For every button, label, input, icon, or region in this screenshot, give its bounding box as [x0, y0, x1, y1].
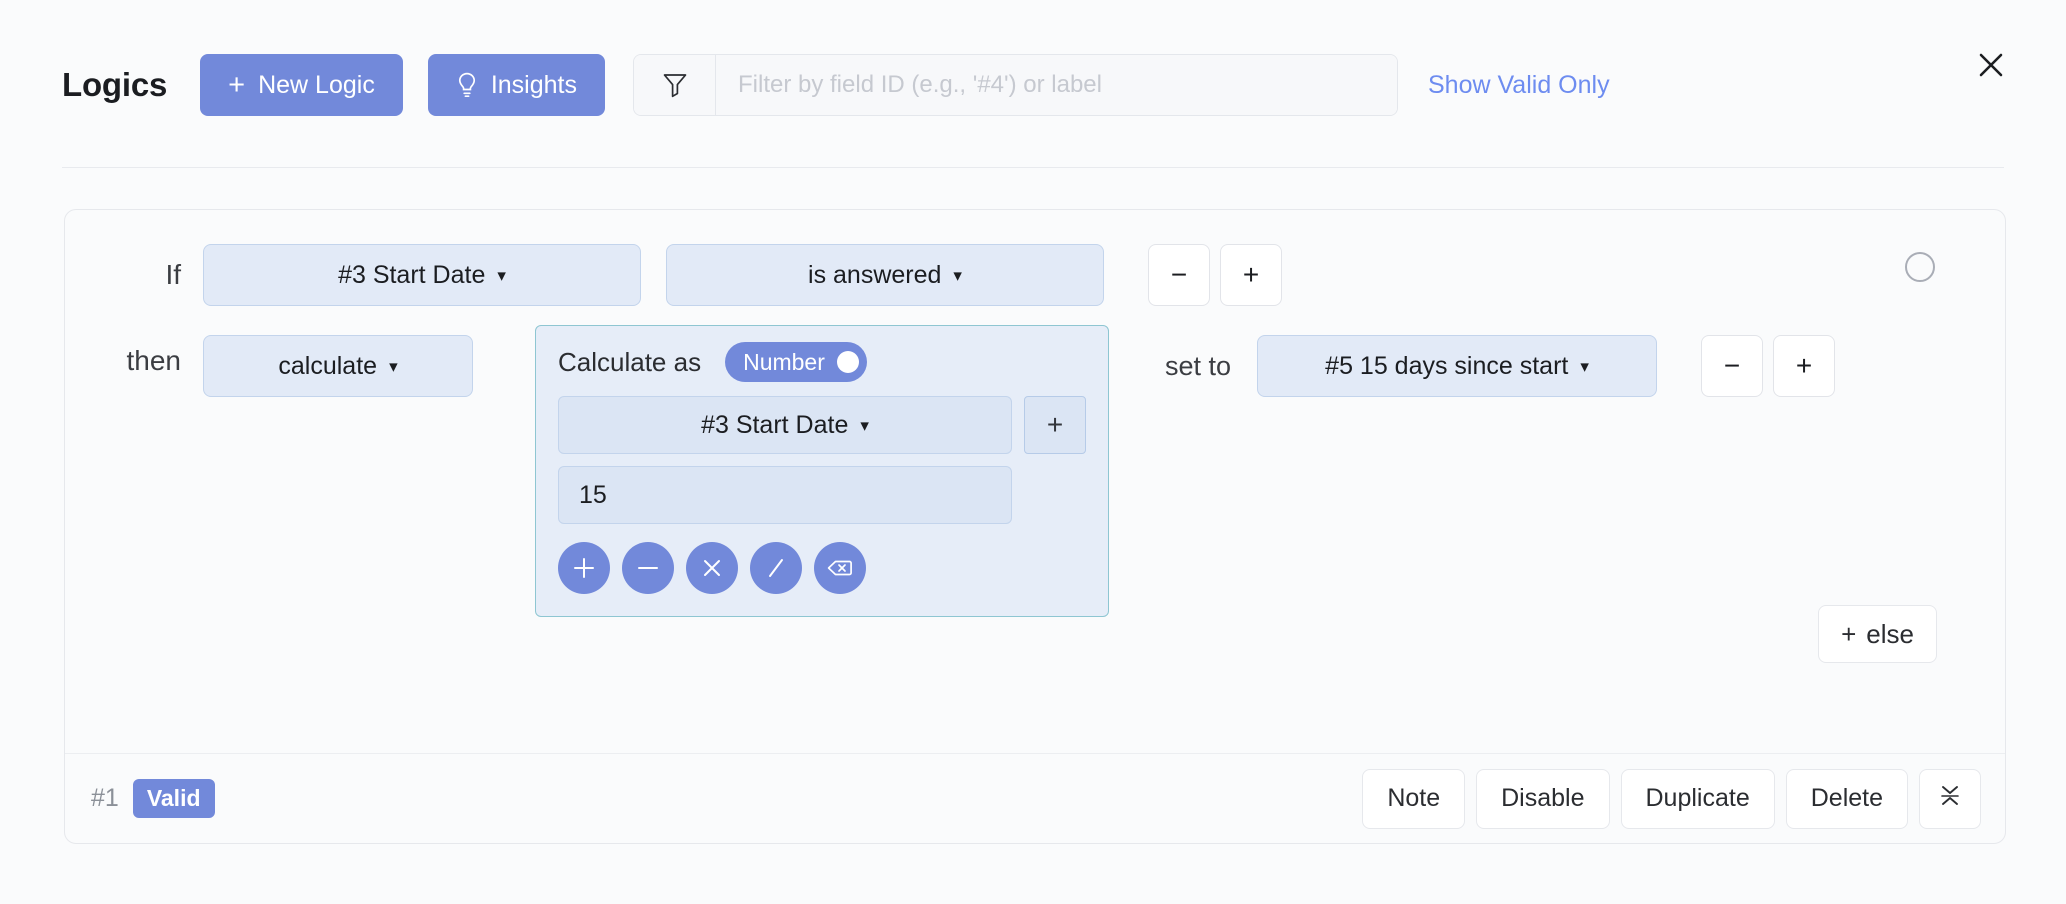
- add-condition-button[interactable]: +: [1220, 244, 1282, 306]
- radio-circle-icon[interactable]: [1905, 252, 1935, 282]
- condition-field-label: #3 Start Date: [338, 261, 485, 290]
- insights-button[interactable]: Insights: [428, 54, 605, 116]
- set-to-label: set to: [1165, 351, 1231, 382]
- output-type-toggle[interactable]: Number: [725, 342, 867, 382]
- target-field-label: #5 15 days since start: [1325, 352, 1568, 381]
- remove-condition-button[interactable]: −: [1148, 244, 1210, 306]
- chevron-down-icon: ▾: [497, 267, 506, 284]
- condition-operator-label: is answered: [808, 261, 941, 290]
- plus-icon: +: [228, 71, 245, 100]
- action-type-label: calculate: [278, 352, 377, 381]
- filter-bar: [633, 54, 1398, 116]
- add-action-button[interactable]: +: [1773, 335, 1835, 397]
- add-else-label: else: [1866, 619, 1914, 650]
- chevron-down-icon: ▾: [1580, 358, 1589, 375]
- condition-stepper: − +: [1148, 244, 1282, 306]
- close-icon[interactable]: [1974, 48, 2008, 82]
- new-logic-label: New Logic: [258, 71, 375, 100]
- plus-icon: +: [1047, 409, 1063, 441]
- status-badge: Valid: [133, 779, 215, 818]
- then-keyword: then: [65, 325, 203, 377]
- target-field-dropdown[interactable]: #5 15 days since start ▾: [1257, 335, 1657, 397]
- logic-rule-body: If #3 Start Date ▾ is answered ▾ − +: [65, 210, 2005, 755]
- operator-button-group: [558, 542, 1086, 594]
- condition-field-dropdown[interactable]: #3 Start Date ▾: [203, 244, 641, 306]
- calculate-as-label: Calculate as: [558, 347, 701, 378]
- then-row: then calculate ▾ Calculate as Number: [65, 325, 2005, 617]
- plus-operator-button[interactable]: [558, 542, 610, 594]
- operand-field-dropdown[interactable]: #3 Start Date ▾: [558, 396, 1012, 454]
- calculate-panel: Calculate as Number #3 Start Date ▾: [535, 325, 1109, 617]
- chevron-down-icon: ▾: [953, 267, 962, 284]
- lightbulb-icon: [456, 72, 478, 98]
- output-type-label: Number: [743, 349, 825, 376]
- collapse-button[interactable]: [1919, 769, 1981, 829]
- note-button[interactable]: Note: [1362, 769, 1465, 829]
- disable-button[interactable]: Disable: [1476, 769, 1609, 829]
- add-operand-button[interactable]: +: [1024, 396, 1086, 454]
- header-bar: Logics + New Logic Insights: [0, 0, 2066, 170]
- plus-icon: +: [1243, 259, 1259, 291]
- plus-icon: +: [1796, 350, 1812, 382]
- operand-number-value: 15: [579, 481, 607, 510]
- insights-label: Insights: [491, 71, 577, 100]
- new-logic-button[interactable]: + New Logic: [200, 54, 403, 116]
- minus-operator-button[interactable]: [622, 542, 674, 594]
- rule-number: #1: [91, 784, 119, 813]
- operand-row: #3 Start Date ▾ +: [558, 396, 1086, 454]
- filter-input[interactable]: [716, 55, 1397, 115]
- header-divider: [62, 167, 2004, 168]
- divide-operator-button[interactable]: [750, 542, 802, 594]
- logic-rule-footer: #1 Valid Note Disable Duplicate Delete: [65, 753, 2005, 843]
- operand-number-input[interactable]: 15: [558, 466, 1012, 524]
- condition-operator-dropdown[interactable]: is answered ▾: [666, 244, 1104, 306]
- logics-panel: Logics + New Logic Insights: [0, 0, 2066, 904]
- multiply-operator-button[interactable]: [686, 542, 738, 594]
- remove-action-button[interactable]: −: [1701, 335, 1763, 397]
- calculate-panel-header: Calculate as Number: [558, 342, 1086, 382]
- operand-row: 15: [558, 466, 1086, 524]
- minus-icon: −: [1724, 350, 1740, 382]
- set-to-group: set to #5 15 days since start ▾ − +: [1165, 335, 1835, 397]
- chevron-down-icon: ▾: [389, 358, 398, 375]
- page-title: Logics: [62, 66, 167, 104]
- collapse-icon: [1936, 781, 1964, 816]
- backspace-operator-button[interactable]: [814, 542, 866, 594]
- funnel-icon[interactable]: [634, 55, 716, 115]
- add-else-button[interactable]: + else: [1818, 605, 1937, 663]
- operand-field-label: #3 Start Date: [701, 411, 848, 440]
- plus-icon: +: [1841, 619, 1856, 650]
- chevron-down-icon: ▾: [860, 417, 869, 434]
- action-stepper: − +: [1701, 335, 1835, 397]
- duplicate-button[interactable]: Duplicate: [1621, 769, 1775, 829]
- minus-icon: −: [1171, 259, 1187, 291]
- toggle-knob-icon: [837, 351, 859, 373]
- delete-button[interactable]: Delete: [1786, 769, 1908, 829]
- if-keyword: If: [65, 259, 203, 291]
- logic-rule-card: If #3 Start Date ▾ is answered ▾ − +: [64, 209, 2006, 844]
- show-valid-only-link[interactable]: Show Valid Only: [1428, 71, 1610, 100]
- action-type-dropdown[interactable]: calculate ▾: [203, 335, 473, 397]
- if-row: If #3 Start Date ▾ is answered ▾ − +: [65, 210, 2005, 340]
